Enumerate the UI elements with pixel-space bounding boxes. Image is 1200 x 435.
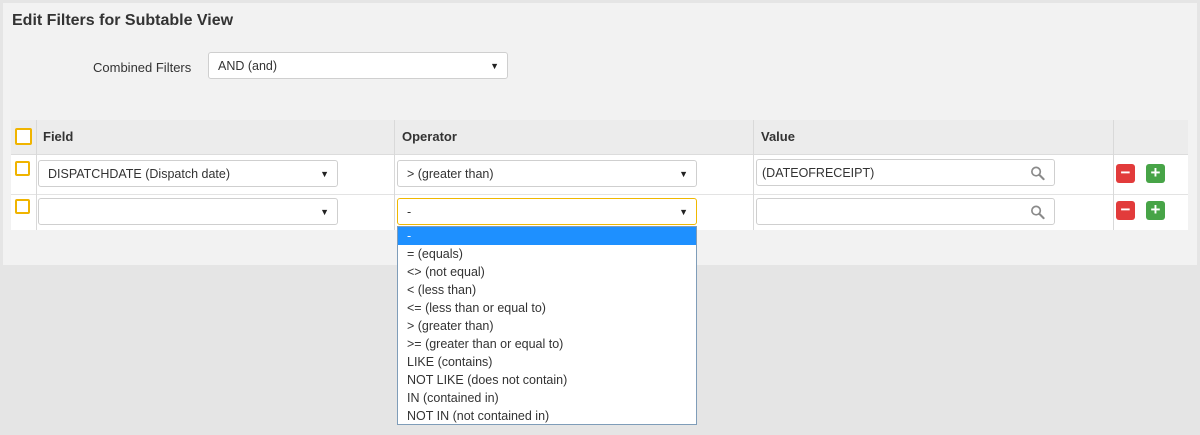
dropdown-option[interactable]: NOT IN (not contained in): [398, 407, 696, 425]
chevron-down-icon: ▼: [490, 60, 499, 71]
chevron-down-icon: ▼: [679, 206, 688, 217]
search-icon[interactable]: [1030, 165, 1045, 180]
row-checkbox[interactable]: [15, 161, 30, 176]
operator-select-value: -: [407, 204, 412, 219]
dropdown-option[interactable]: NOT LIKE (does not contain): [398, 371, 696, 389]
chevron-down-icon: ▼: [320, 206, 329, 217]
operator-select-value: > (greater than): [407, 166, 494, 181]
table-row: ▼ - ▼ − +: [11, 195, 1188, 230]
dropdown-option[interactable]: > (greater than): [398, 317, 696, 335]
value-input[interactable]: [756, 198, 1055, 225]
value-input-text: (DATEOFRECEIPT): [762, 165, 875, 180]
combined-filters-value: AND (and): [218, 58, 278, 73]
dropdown-option[interactable]: >= (greater than or equal to): [398, 335, 696, 353]
dropdown-option[interactable]: IN (contained in): [398, 389, 696, 407]
row-checkbox[interactable]: [15, 199, 30, 214]
table-header: Field Operator Value: [11, 120, 1188, 155]
dropdown-option[interactable]: <> (not equal): [398, 263, 696, 281]
operator-dropdown-list[interactable]: - = (equals) <> (not equal) < (less than…: [397, 226, 697, 425]
remove-row-button[interactable]: −: [1116, 201, 1135, 220]
filter-table: Field Operator Value DISPATCHDATE (Dispa…: [11, 120, 1188, 230]
column-divider: [1113, 120, 1114, 230]
combined-filters-label: Combined Filters: [93, 60, 192, 75]
value-input[interactable]: (DATEOFRECEIPT): [756, 159, 1055, 186]
select-all-checkbox[interactable]: [15, 128, 32, 145]
field-select-value: DISPATCHDATE (Dispatch date): [48, 166, 230, 181]
combined-filters-select[interactable]: AND (and) ▼: [208, 52, 508, 79]
column-divider: [394, 120, 395, 230]
search-icon[interactable]: [1030, 204, 1045, 219]
column-divider: [753, 120, 754, 230]
dropdown-option[interactable]: LIKE (contains): [398, 353, 696, 371]
dropdown-option[interactable]: <= (less than or equal to): [398, 299, 696, 317]
dropdown-option[interactable]: < (less than): [398, 281, 696, 299]
field-select[interactable]: ▼: [38, 198, 338, 225]
dropdown-option[interactable]: -: [398, 227, 696, 245]
page-title: Edit Filters for Subtable View: [12, 12, 234, 29]
operator-select[interactable]: - ▼: [397, 198, 697, 225]
add-row-button[interactable]: +: [1146, 164, 1165, 183]
dropdown-option[interactable]: = (equals): [398, 245, 696, 263]
header-field: Field: [43, 129, 74, 144]
field-select[interactable]: DISPATCHDATE (Dispatch date) ▼: [38, 160, 338, 187]
operator-select[interactable]: > (greater than) ▼: [397, 160, 697, 187]
column-divider: [36, 120, 37, 230]
header-operator: Operator: [402, 129, 457, 144]
add-row-button[interactable]: +: [1146, 201, 1165, 220]
header-value: Value: [761, 129, 795, 144]
remove-row-button[interactable]: −: [1116, 164, 1135, 183]
chevron-down-icon: ▼: [320, 168, 329, 179]
chevron-down-icon: ▼: [679, 168, 688, 179]
table-row: DISPATCHDATE (Dispatch date) ▼ > (greate…: [11, 155, 1188, 195]
